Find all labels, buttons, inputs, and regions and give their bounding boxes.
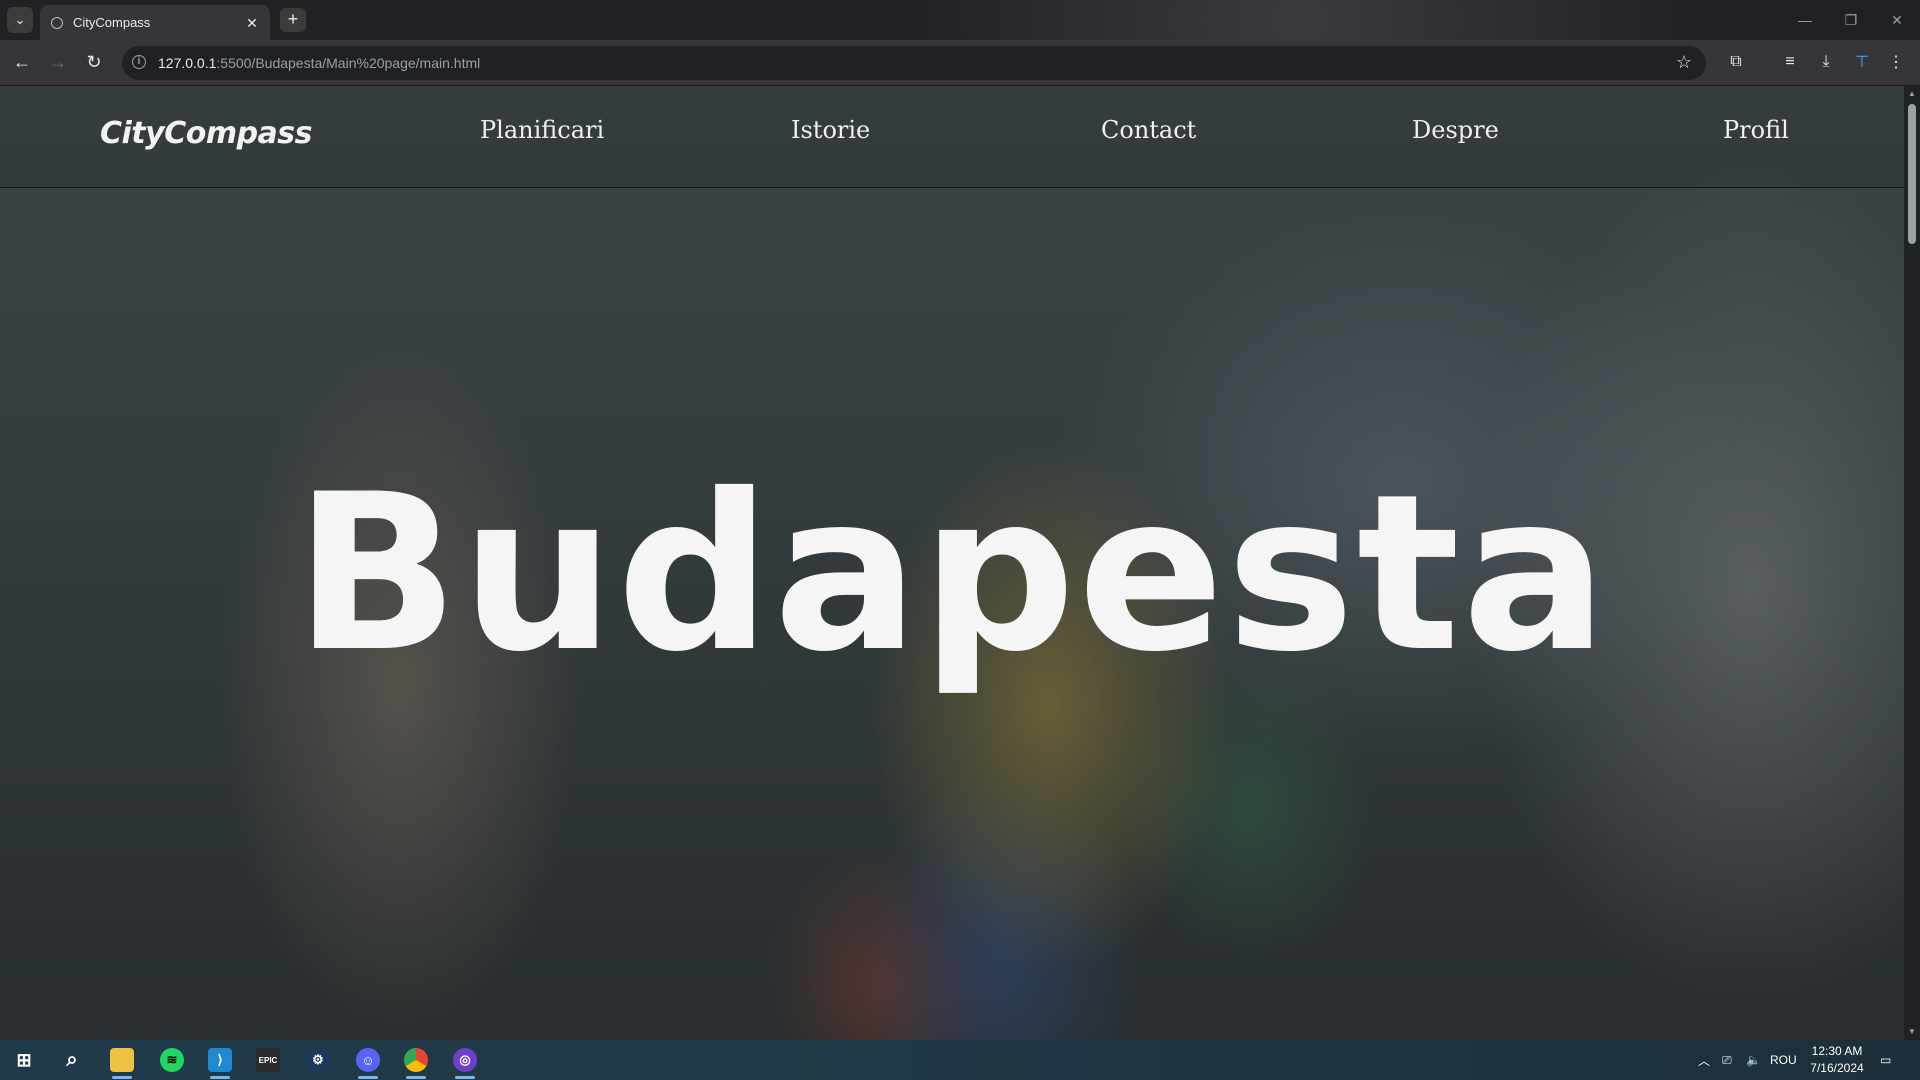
tab-search-button[interactable]: ⌄ <box>7 7 33 33</box>
hero-title: Budapesta <box>294 448 1610 699</box>
chevron-down-icon: ⌄ <box>14 12 26 27</box>
close-window-icon: ✕ <box>1891 11 1903 28</box>
taskbar-epic-games[interactable]: EPIC <box>244 1040 292 1080</box>
nav-link-profil[interactable]: Profil <box>1723 116 1789 144</box>
nav-link-planificari[interactable]: Planificari <box>480 116 604 144</box>
tray-overflow-button[interactable]: ︿ <box>1698 1040 1710 1080</box>
scroll-down-icon[interactable]: ▼ <box>1907 1027 1917 1037</box>
reload-button[interactable]: ↻ <box>80 48 108 76</box>
folder-icon <box>110 1048 134 1072</box>
taskbar-search-button[interactable]: ⌕ <box>48 1040 96 1080</box>
network-tray-icon[interactable]: ⎚ <box>1722 1040 1732 1080</box>
nav-link-despre[interactable]: Despre <box>1412 116 1499 144</box>
bookmark-star-icon[interactable]: ☆ <box>1676 52 1692 73</box>
windows-logo-icon: ⊞ <box>16 1049 32 1070</box>
browser-tab-strip: ⌄ CityCompass ✕ + — ❐ ✕ <box>0 0 1920 40</box>
speaker-icon: 🔈 <box>1746 1053 1761 1067</box>
taskbar-discord[interactable]: ☺ <box>344 1040 392 1080</box>
taskbar-clock[interactable]: 12:30 AM 7/16/2024 <box>1808 1043 1866 1077</box>
plus-icon: + <box>287 9 299 29</box>
browser-toolbar: ← → ↻ i 127.0.0.1:5500/Budapesta/Main%20… <box>0 40 1920 86</box>
back-button[interactable]: ← <box>8 48 36 76</box>
clock-date: 7/16/2024 <box>1810 1061 1864 1075</box>
epic-games-icon: EPIC <box>256 1048 280 1072</box>
page-viewport: CityCompass Planificari Istorie Contact … <box>0 86 1904 1040</box>
scroll-up-icon[interactable]: ▲ <box>1907 89 1917 99</box>
scroll-thumb[interactable] <box>1908 104 1916 244</box>
network-icon: ⎚ <box>1722 1052 1732 1067</box>
forward-button[interactable]: → <box>44 48 72 76</box>
minimize-icon: — <box>1798 12 1812 28</box>
steam-icon: ⚙ <box>306 1048 330 1072</box>
url-path: :5500/Budapesta/Main%20page/main.html <box>216 55 481 71</box>
windows-start-button[interactable]: ⊞ <box>0 1040 48 1080</box>
chevron-up-icon: ︿ <box>1698 1053 1711 1068</box>
search-icon: ⌕ <box>66 1048 78 1071</box>
chrome-icon <box>404 1048 428 1072</box>
taskbar-chrome[interactable] <box>392 1040 440 1080</box>
page-scrollbar[interactable]: ▲ ▼ <box>1904 86 1920 1040</box>
notifications-button[interactable]: ▭ <box>1880 1040 1891 1080</box>
volume-tray-icon[interactable]: 🔈 <box>1746 1040 1761 1080</box>
github-icon: ◎ <box>453 1048 477 1072</box>
extensions-button[interactable]: ⧉ <box>1722 48 1750 76</box>
taskbar-file-explorer[interactable] <box>98 1040 146 1080</box>
profile-extension-button[interactable]: ⊤ <box>1848 48 1876 76</box>
nav-link-istorie[interactable]: Istorie <box>791 116 870 144</box>
address-bar[interactable]: i 127.0.0.1:5500/Budapesta/Main%20page/m… <box>122 46 1706 80</box>
kebab-menu-icon: ⋮ <box>1888 54 1904 71</box>
minimize-button[interactable]: — <box>1782 0 1828 40</box>
download-icon: ⤓ <box>1822 53 1830 70</box>
media-list-icon: ≡ <box>1785 53 1795 70</box>
discord-icon: ☺ <box>356 1048 380 1072</box>
clock-time: 12:30 AM <box>1811 1044 1863 1058</box>
site-header: CityCompass Planificari Istorie Contact … <box>0 86 1904 188</box>
arrow-left-icon: ← <box>13 51 31 72</box>
reading-list-button[interactable]: ≡ <box>1776 48 1804 76</box>
notification-icon: ▭ <box>1880 1053 1892 1067</box>
close-icon[interactable]: ✕ <box>244 15 260 31</box>
reload-icon: ↻ <box>86 51 102 72</box>
extension-logo-icon: ⊤ <box>1855 54 1869 71</box>
spotify-icon: ≋ <box>160 1048 184 1072</box>
taskbar-spotify[interactable]: ≋ <box>148 1040 196 1080</box>
restore-icon: ❐ <box>1844 11 1858 28</box>
language-indicator[interactable]: ROU <box>1770 1040 1797 1080</box>
tab-title: CityCompass <box>73 15 151 30</box>
browser-menu-button[interactable]: ⋮ <box>1882 48 1910 76</box>
taskbar-github-desktop[interactable]: ◎ <box>441 1040 489 1080</box>
puzzle-icon: ⧉ <box>1730 53 1742 70</box>
downloads-button[interactable]: ⤓ <box>1812 48 1840 76</box>
vscode-icon: ⟩ <box>208 1048 232 1072</box>
arrow-right-icon: → <box>49 51 67 72</box>
taskbar-steam[interactable]: ⚙ <box>294 1040 342 1080</box>
close-window-button[interactable]: ✕ <box>1874 0 1920 40</box>
site-logo[interactable]: CityCompass <box>100 116 313 151</box>
taskbar-vscode[interactable]: ⟩ <box>196 1040 244 1080</box>
url-text[interactable]: 127.0.0.1:5500/Budapesta/Main%20page/mai… <box>158 55 480 71</box>
new-tab-button[interactable]: + <box>280 8 306 32</box>
nav-link-contact[interactable]: Contact <box>1101 116 1196 144</box>
compass-favicon-icon <box>51 16 63 29</box>
restore-button[interactable]: ❐ <box>1828 0 1874 40</box>
browser-tab-active[interactable]: CityCompass ✕ <box>40 5 270 40</box>
url-host: 127.0.0.1 <box>158 55 217 71</box>
site-info-icon[interactable]: i <box>132 55 146 69</box>
windows-taskbar: ⊞ ⌕ ≋ ⟩ EPIC ⚙ ☺ ◎ ︿ ⎚ 🔈 ROU 12:30 AM 7/… <box>0 1040 1920 1080</box>
